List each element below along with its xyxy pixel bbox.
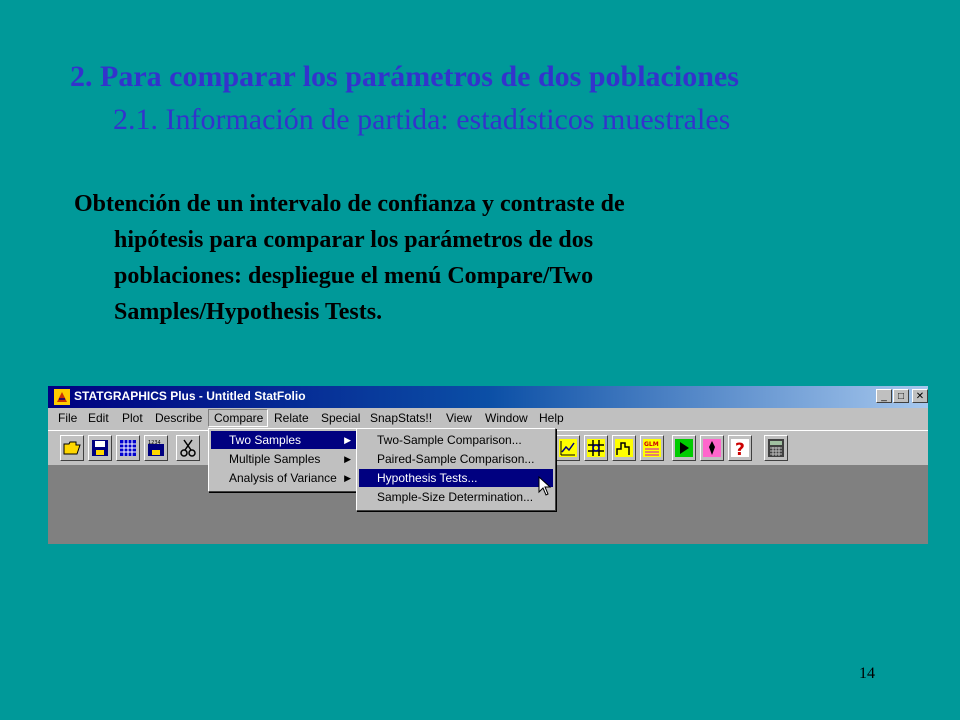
body-line: Obtención de un intervalo de confianza y… — [74, 191, 625, 217]
menu-two-sample-comparison-label: Two-Sample Comparison... — [377, 433, 522, 447]
menu-paired-sample-comparison-label: Paired-Sample Comparison... — [377, 452, 535, 466]
glm-glyph: GLM — [644, 441, 659, 448]
slide-subtitle: 2.1. Información de partida: estadístico… — [113, 103, 731, 136]
calculator-icon — [768, 439, 784, 457]
cut-button[interactable] — [176, 435, 200, 461]
menu-view[interactable]: View — [446, 411, 472, 425]
question-mark-icon: ? — [731, 439, 749, 457]
menu-hypothesis-tests-label: Hypothesis Tests... — [377, 471, 478, 485]
menu-two-samples-label: Two Samples — [229, 433, 302, 447]
submenu-arrow-icon: ▶ — [344, 435, 351, 445]
pink-gear-button[interactable] — [700, 435, 724, 461]
save-button[interactable] — [88, 435, 112, 461]
scatter-grid-icon — [587, 439, 605, 457]
minimize-button[interactable]: _ — [876, 389, 892, 403]
window-titlebar[interactable]: STATGRAPHICS Plus - Untitled StatFolio _… — [48, 386, 928, 408]
menu-analysis-of-variance-label: Analysis of Variance — [229, 471, 337, 485]
mouse-pointer-icon — [538, 476, 552, 496]
open-folder-icon — [63, 441, 81, 455]
glm-button[interactable]: GLM — [640, 435, 664, 461]
menu-edit[interactable]: Edit — [88, 411, 109, 425]
step-chart-icon — [615, 439, 633, 457]
menu-multiple-samples[interactable]: Multiple Samples ▶ — [211, 450, 357, 468]
menu-sample-size-determination-label: Sample-Size Determination... — [377, 490, 534, 504]
menu-describe[interactable]: Describe — [155, 411, 202, 425]
page-number: 14 — [859, 665, 875, 682]
menu-special[interactable]: Special — [321, 411, 360, 425]
spreadsheet-button[interactable] — [116, 435, 140, 461]
menu-window[interactable]: Window — [485, 411, 528, 425]
menu-multiple-samples-label: Multiple Samples — [229, 452, 321, 466]
help-button[interactable]: ? — [728, 435, 752, 461]
scissors-icon — [180, 439, 196, 457]
menu-paired-sample-comparison[interactable]: Paired-Sample Comparison... — [359, 450, 553, 468]
green-play-button[interactable] — [672, 435, 696, 461]
menu-hypothesis-tests[interactable]: Hypothesis Tests... — [359, 469, 553, 487]
save-data-icon: 1234 — [148, 440, 164, 456]
two-samples-submenu: Two-Sample Comparison... Paired-Sample C… — [356, 428, 556, 511]
statgraphics-logo-icon — [54, 389, 70, 405]
statgraphics-window: STATGRAPHICS Plus - Untitled StatFolio _… — [48, 386, 928, 544]
submenu-arrow-icon: ▶ — [344, 454, 351, 464]
menu-bar: File Edit Plot Describe Compare Relate S… — [48, 408, 928, 428]
menu-relate[interactable]: Relate — [274, 411, 309, 425]
menu-analysis-of-variance[interactable]: Analysis of Variance ▶ — [211, 469, 357, 487]
menu-compare[interactable]: Compare — [214, 411, 263, 425]
pink-gear-icon — [703, 439, 721, 457]
menu-sample-size-determination[interactable]: Sample-Size Determination... — [359, 488, 553, 506]
menu-two-samples[interactable]: Two Samples ▶ — [211, 431, 357, 449]
slide-body-text: Obtención de un intervalo de confianza y… — [74, 186, 834, 330]
menu-plot[interactable]: Plot — [122, 411, 143, 425]
menu-help[interactable]: Help — [539, 411, 564, 425]
calculator-button[interactable] — [764, 435, 788, 461]
menu-two-sample-comparison[interactable]: Two-Sample Comparison... — [359, 431, 553, 449]
save-data-button[interactable]: 1234 — [144, 435, 168, 461]
save-data-glyph: 1234 — [148, 440, 161, 446]
spreadsheet-icon — [120, 440, 136, 456]
menu-file[interactable]: File — [58, 411, 77, 425]
body-line: hipótesis para comparar los parámetros d… — [114, 227, 594, 253]
save-icon — [92, 440, 108, 456]
body-line: Samples/Hypothesis Tests. — [114, 299, 383, 325]
scatter-grid-button[interactable] — [584, 435, 608, 461]
step-chart-button[interactable] — [612, 435, 636, 461]
open-folder-button[interactable] — [60, 435, 84, 461]
green-play-icon — [675, 439, 693, 457]
window-title: STATGRAPHICS Plus - Untitled StatFolio — [74, 389, 306, 403]
submenu-arrow-icon: ▶ — [344, 473, 351, 483]
close-button[interactable]: ✕ — [912, 389, 928, 403]
svg-text:?: ? — [735, 440, 745, 457]
menu-snapstats[interactable]: SnapStats!! — [370, 411, 432, 425]
glm-icon: GLM — [643, 439, 661, 457]
compare-menu: Two Samples ▶ Multiple Samples ▶ Analysi… — [208, 428, 360, 492]
maximize-button[interactable]: □ — [893, 389, 909, 403]
slide-title: 2. Para comparar los parámetros de dos p… — [70, 60, 739, 93]
body-line: poblaciones: despliegue el menú Compare/… — [114, 263, 594, 289]
line-chart-icon — [559, 439, 577, 457]
line-chart-button[interactable] — [556, 435, 580, 461]
